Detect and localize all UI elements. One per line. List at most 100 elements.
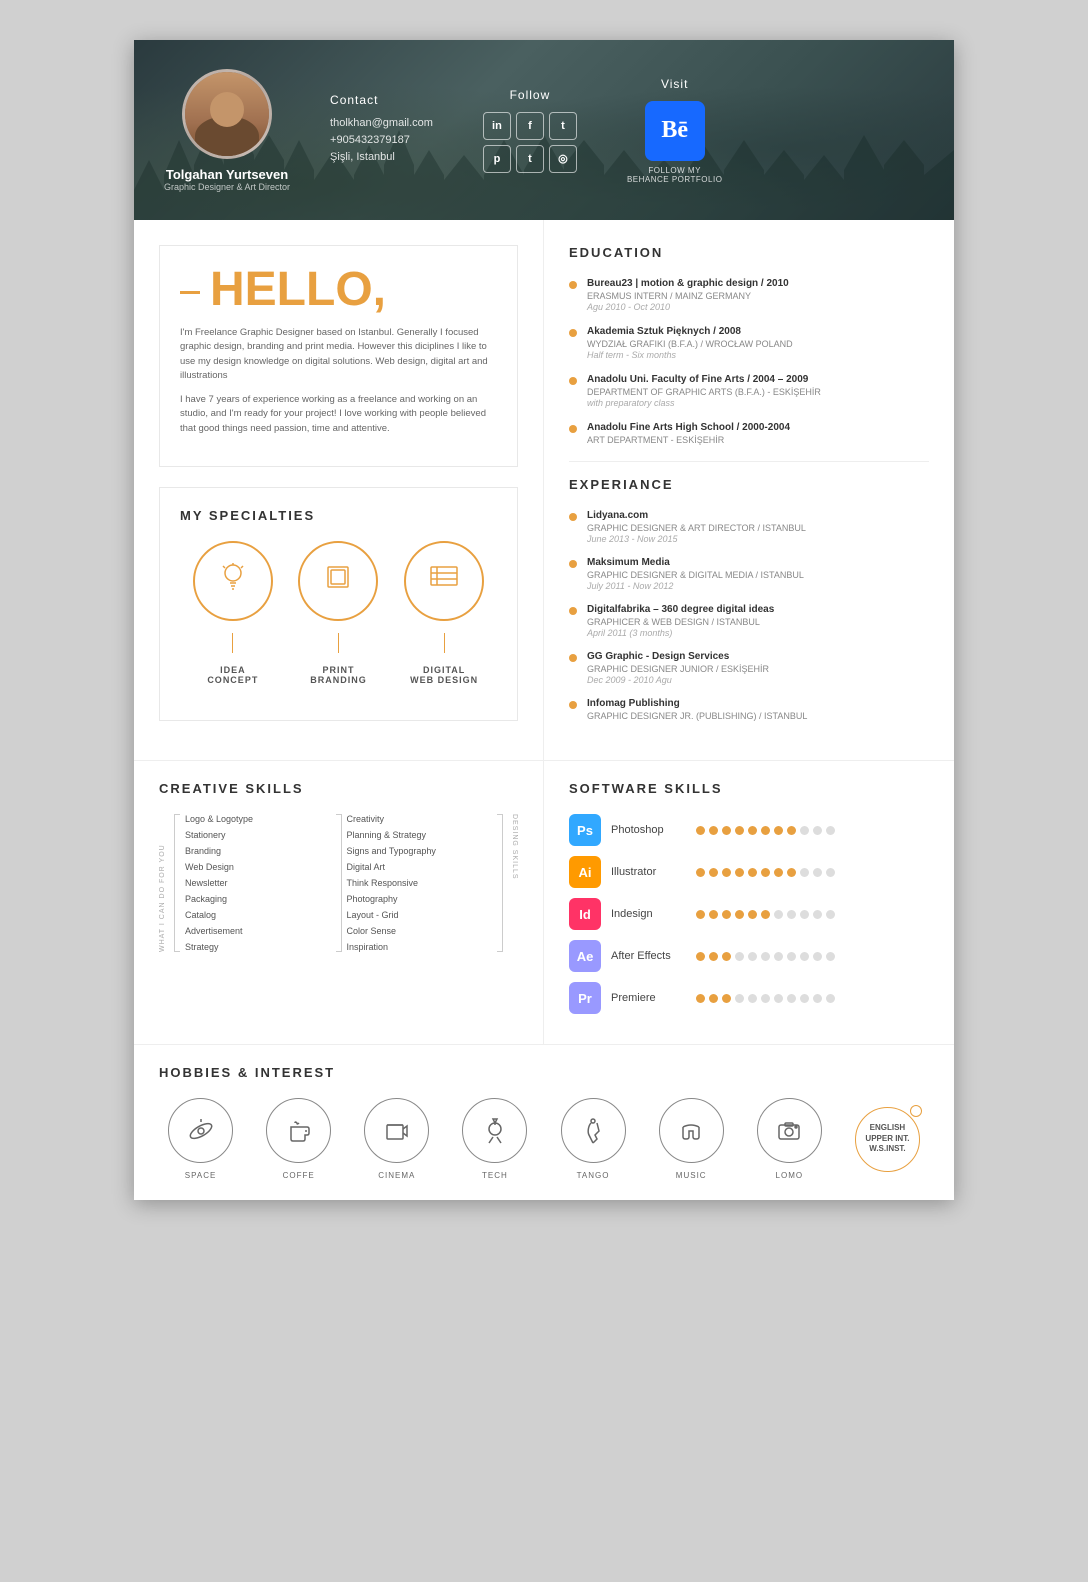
skill-catalog: Catalog	[185, 910, 331, 920]
skill-packaging: Packaging	[185, 894, 331, 904]
experience-title: EXPERIANCE	[569, 477, 929, 492]
exp-date-4: Dec 2009 - 2010 Agu	[587, 675, 769, 685]
exp-title-5: Infomag Publishing	[587, 698, 807, 709]
exp-date-1: June 2013 - Now 2015	[587, 534, 806, 544]
behance-icon[interactable]: Bē	[645, 101, 705, 161]
edu-date-1: Agu 2010 - Oct 2010	[587, 302, 789, 312]
what-i-can-label: WHAT I CAN DO FOR YOU	[159, 814, 166, 952]
skill-branding: Branding	[185, 846, 331, 856]
creative-skills-title: CREATIVE SKILLS	[159, 781, 518, 796]
exp-title-1: Lidyana.com	[587, 510, 806, 521]
right-bracket	[497, 814, 503, 952]
idea-label: IDEACONCEPT	[207, 665, 258, 685]
skill-stationery: Stationery	[185, 830, 331, 840]
lomo-icon	[757, 1098, 822, 1163]
skill-layout: Layout - Grid	[347, 910, 493, 920]
specialty-idea: IDEACONCEPT	[193, 541, 273, 685]
right-skills-list: Creativity Planning & Strategy Signs and…	[347, 814, 493, 952]
tech-icon	[462, 1098, 527, 1163]
sw-photoshop: Ps Photoshop	[569, 814, 929, 846]
exp-dot-4	[569, 654, 577, 662]
exp-item-3: Digitalfabrika – 360 degree digital idea…	[569, 604, 929, 638]
hobby-tech: TECH	[462, 1098, 527, 1180]
exp-sub-5: GRAPHIC DESIGNER JR. (PUBLISHING) / ISTA…	[587, 711, 807, 721]
sw-indesign: Id Indesign	[569, 898, 929, 930]
hello-title: HELLO,	[180, 266, 497, 314]
ps-dots	[696, 826, 835, 835]
ae-name: After Effects	[611, 950, 686, 962]
left-bracket	[174, 814, 180, 952]
language-circle: ENGLISH UPPER INT. W.S.INST.	[855, 1107, 920, 1172]
hello-para2: I have 7 years of experience working as …	[180, 393, 497, 436]
space-label: SPACE	[185, 1171, 217, 1180]
music-label: MUSIC	[676, 1171, 707, 1180]
specialties-section: MY SPECIALTIES	[159, 487, 518, 721]
sw-aftereffects: Ae After Effects	[569, 940, 929, 972]
edu-date-3: with preparatory class	[587, 398, 821, 408]
pr-badge: Pr	[569, 982, 601, 1014]
id-dots	[696, 910, 835, 919]
follow-section: Follow in f t p t ◎	[483, 88, 577, 173]
twitter-icon[interactable]: t	[549, 112, 577, 140]
cinema-icon	[364, 1098, 429, 1163]
exp-date-2: July 2011 - Now 2012	[587, 581, 804, 591]
edu-sub-3: DEPARTMENT OF GRAPHIC ARTS (B.F.A.) - ES…	[587, 387, 821, 397]
contact-location: Şişli, Istanbul	[330, 151, 433, 163]
ps-dot-8	[787, 826, 796, 835]
edu-title-2: Akademia Sztuk Pięknych / 2008	[587, 326, 793, 337]
ps-dot-5	[748, 826, 757, 835]
exp-title-2: Maksimum Media	[587, 557, 804, 568]
skill-digital-art: Digital Art	[347, 862, 493, 872]
creative-skills: CREATIVE SKILLS WHAT I CAN DO FOR YOU Lo…	[134, 761, 544, 1044]
tech-label: TECH	[482, 1171, 508, 1180]
skill-inspiration: Inspiration	[347, 942, 493, 952]
instagram-icon[interactable]: ◎	[549, 145, 577, 173]
follow-label: Follow	[483, 88, 577, 102]
language-text: ENGLISH UPPER INT. W.S.INST.	[865, 1123, 909, 1154]
edu-sub-2: WYDZIAŁ GRAFIKI (B.F.A.) / WROCŁAW POLAN…	[587, 339, 793, 349]
edu-sub-4: ART DEPARTMENT - ESKİŞEHİR	[587, 435, 790, 445]
pinterest-icon[interactable]: p	[483, 145, 511, 173]
exp-sub-3: GRAPHICER & WEB DESIGN / ISTANBUL	[587, 617, 774, 627]
header: Tolgahan Yurtseven Graphic Designer & Ar…	[134, 40, 954, 220]
tumblr-icon[interactable]: t	[516, 145, 544, 173]
hello-section: HELLO, I'm Freelance Graphic Designer ba…	[159, 245, 518, 467]
tango-icon	[561, 1098, 626, 1163]
ps-dot-3	[722, 826, 731, 835]
hobby-coffee: COFFE	[266, 1098, 331, 1180]
contact-section: Contact tholkhan@gmail.com +905432379187…	[330, 93, 433, 168]
facebook-icon[interactable]: f	[516, 112, 544, 140]
follow-behance-text: FOLLOW MYBEHANCE PORTFOLIO	[627, 166, 722, 184]
avatar-face	[185, 72, 269, 156]
divider-edu-exp	[569, 461, 929, 462]
exp-dot-3	[569, 607, 577, 615]
right-column: EDUCATION Bureau23 | motion & graphic de…	[544, 220, 954, 760]
exp-sub-4: GRAPHIC DESIGNER JUNIOR / ESKİŞEHİR	[587, 664, 769, 674]
edu-title-4: Anadolu Fine Arts High School / 2000-200…	[587, 422, 790, 433]
hobbies-title: HOBBIES & INTEREST	[159, 1065, 929, 1080]
experience-section: EXPERIANCE Lidyana.com GRAPHIC DESIGNER …	[569, 477, 929, 722]
linkedin-icon[interactable]: in	[483, 112, 511, 140]
design-skills-label: DESING SKILLS	[511, 814, 518, 952]
digital-label: DIGITALWEB DESIGN	[410, 665, 478, 685]
exp-date-3: April 2011 (3 months)	[587, 628, 774, 638]
hobbies-grid: SPACE COFFE	[159, 1098, 929, 1180]
person-title: Graphic Designer & Art Director	[164, 182, 290, 192]
contact-email: tholkhan@gmail.com	[330, 117, 433, 129]
hello-dash	[180, 291, 200, 294]
hobby-language: ENGLISH UPPER INT. W.S.INST.	[855, 1107, 920, 1172]
ps-dot-7	[774, 826, 783, 835]
ps-dot-6	[761, 826, 770, 835]
coffee-label: COFFE	[283, 1171, 315, 1180]
coffee-icon	[266, 1098, 331, 1163]
digital-circle	[404, 541, 484, 621]
sw-illustrator: Ai Illustrator	[569, 856, 929, 888]
edu-title-1: Bureau23 | motion & graphic design / 201…	[587, 278, 789, 289]
ae-dots	[696, 952, 835, 961]
space-icon	[168, 1098, 233, 1163]
exp-item-1: Lidyana.com GRAPHIC DESIGNER & ART DIREC…	[569, 510, 929, 544]
edu-item-3: Anadolu Uni. Faculty of Fine Arts / 2004…	[569, 374, 929, 408]
idea-line	[232, 633, 233, 653]
behance-letter: Bē	[661, 117, 688, 144]
skill-signs: Signs and Typography	[347, 846, 493, 856]
